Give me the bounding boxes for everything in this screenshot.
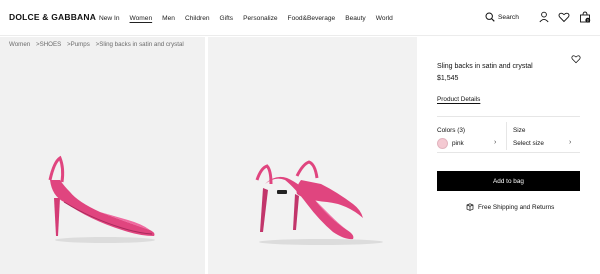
add-to-wishlist-heart-icon[interactable] (571, 54, 581, 64)
search-label: Search (498, 13, 519, 21)
divider (506, 122, 507, 150)
shoe-front-image (255, 160, 383, 245)
product-price: $1,545 (437, 75, 459, 82)
search-icon (485, 12, 495, 22)
breadcrumb-women[interactable]: Women (9, 41, 30, 48)
nav-item-women[interactable]: Women (130, 14, 153, 23)
nav-item-gifts[interactable]: Gifts (220, 14, 234, 23)
shoe-side-image (48, 155, 155, 243)
nav-item-children[interactable]: Children (185, 14, 210, 23)
breadcrumb-shoes[interactable]: >SHOES (36, 41, 61, 48)
cart-count: 0 (587, 18, 589, 22)
nav-item-world[interactable]: World (376, 14, 393, 23)
breadcrumb-current: >Sling backs in satin and crystal (95, 41, 184, 48)
size-chevron-right-icon[interactable]: › (569, 139, 571, 146)
breadcrumb: Women >SHOES >Pumps >Sling backs in sati… (9, 41, 188, 48)
product-info-panel (417, 37, 600, 274)
color-swatch-pink[interactable] (437, 138, 448, 149)
shipping-info[interactable]: Free Shipping and Returns (466, 203, 554, 211)
nav-item-food-beverage[interactable]: Food&Beverage (288, 14, 336, 23)
nav-item-personalize[interactable]: Personalize (243, 14, 277, 23)
product-details-link[interactable]: Product Details (437, 96, 480, 103)
product-title: Sling backs in satin and crystal (437, 63, 533, 70)
divider (437, 116, 580, 117)
color-chevron-right-icon[interactable]: › (494, 139, 496, 146)
nav-item-new-in[interactable]: New In (99, 14, 120, 23)
size-label: Size (513, 127, 526, 134)
nav-item-beauty[interactable]: Beauty (345, 14, 366, 23)
selected-color[interactable]: pink (452, 140, 464, 147)
brand-logo[interactable]: DOLCE & GABBANA (9, 12, 96, 22)
colors-label: Colors (3) (437, 127, 466, 134)
nav-item-men[interactable]: Men (162, 14, 175, 23)
main-nav: New In Women Men Children Gifts Personal… (99, 14, 403, 23)
site-header: DOLCE & GABBANA New In Women Men Childre… (0, 0, 600, 36)
add-to-bag-button[interactable]: Add to bag (437, 171, 580, 191)
shipping-label: Free Shipping and Returns (478, 203, 555, 211)
account-icon[interactable] (538, 11, 550, 23)
cart-bag-icon[interactable]: 0 (579, 11, 591, 23)
search-button[interactable]: Search (485, 12, 519, 22)
box-icon (466, 203, 474, 211)
size-select[interactable]: Select size (513, 140, 544, 147)
wishlist-heart-icon[interactable] (558, 11, 570, 23)
breadcrumb-pumps[interactable]: >Pumps (67, 41, 90, 48)
divider (437, 152, 580, 153)
